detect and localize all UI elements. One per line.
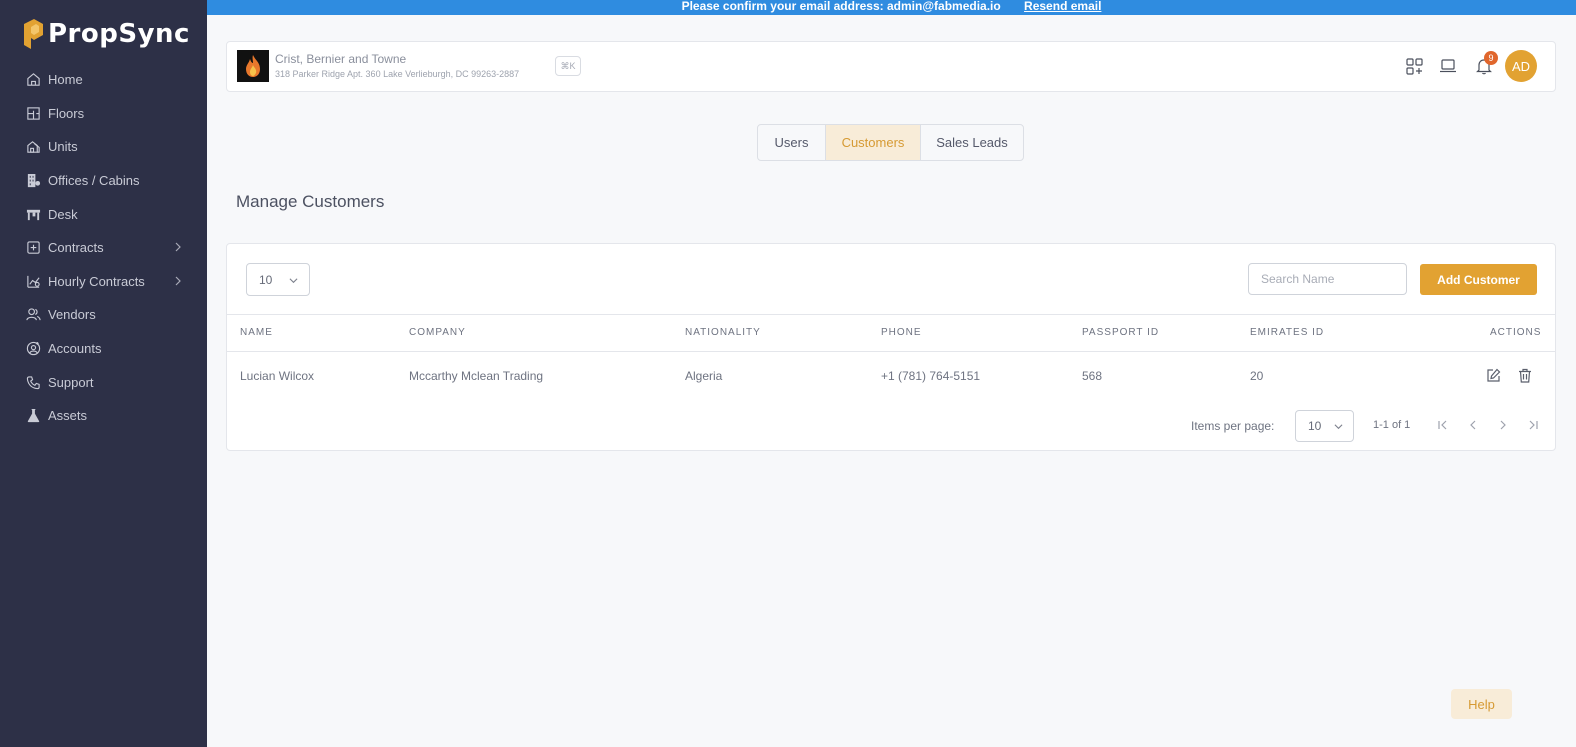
sidebar-item-label: Assets [48, 408, 88, 424]
floor-plan-icon [26, 106, 41, 121]
sidebar-item-home[interactable]: Home [0, 63, 207, 97]
last-page-icon[interactable] [1525, 417, 1541, 433]
sidebar-item-label: Home [48, 72, 83, 88]
app-name: PropSync [48, 19, 190, 49]
chevron-right-icon [175, 242, 181, 252]
sidebar-item-label: Contracts [48, 240, 104, 256]
pagination-range: 1-1 of 1 [1373, 419, 1411, 431]
flame-icon [246, 55, 260, 77]
laptop-icon[interactable] [1438, 56, 1458, 76]
page-size-value: 10 [259, 272, 273, 287]
chevron-down-icon [1334, 424, 1343, 430]
delete-icon[interactable] [1516, 366, 1534, 384]
email-confirm-banner: Please confirm your email address: admin… [207, 0, 1576, 15]
column-header-nationality[interactable]: NATIONALITY [685, 327, 761, 338]
sidebar-item-floors[interactable]: Floors [0, 97, 207, 131]
tab-sales-leads[interactable]: Sales Leads [920, 125, 1023, 160]
banner-message: Please confirm your email address: admin… [681, 0, 1001, 13]
sidebar-item-support[interactable]: Support [0, 365, 207, 399]
sidebar-item-accounts[interactable]: Accounts [0, 332, 207, 366]
units-icon [26, 139, 41, 154]
first-page-icon[interactable] [1435, 417, 1451, 433]
resend-email-link[interactable]: Resend email [1024, 0, 1101, 13]
sidebar-item-label: Hourly Contracts [48, 273, 145, 289]
user-avatar[interactable]: AD [1505, 50, 1537, 82]
previous-page-icon[interactable] [1465, 417, 1481, 433]
column-header-passport-id[interactable]: PASSPORT ID [1082, 327, 1159, 338]
column-header-name[interactable]: NAME [240, 327, 273, 338]
app-logo[interactable]: PropSync [22, 18, 190, 50]
chevron-right-icon [175, 276, 181, 285]
apps-grid-icon[interactable] [1404, 56, 1424, 76]
contract-icon [26, 240, 41, 255]
cell-passport-id: 568 [1082, 369, 1103, 383]
sidebar-item-vendors[interactable]: Vendors [0, 298, 207, 332]
account-icon [26, 341, 41, 356]
sidebar-item-label: Offices / Cabins [48, 173, 140, 189]
sidebar-nav: Home Floors Units Offices / Cabins Desk … [0, 63, 207, 433]
column-header-actions: ACTIONS [1490, 327, 1542, 338]
flask-icon [26, 408, 41, 423]
phone-icon [26, 375, 41, 390]
search-name-input[interactable] [1248, 263, 1407, 295]
users-icon [26, 307, 41, 322]
desk-icon [26, 207, 41, 222]
table-row[interactable]: Lucian Wilcox Mccarthy Mclean Trading Al… [227, 352, 1555, 400]
sidebar-item-desk[interactable]: Desk [0, 197, 207, 231]
page-size-select[interactable]: 10 [246, 263, 310, 296]
sidebar-item-label: Vendors [48, 307, 96, 323]
cell-phone: +1 (781) 764-5151 [881, 369, 981, 383]
sidebar-item-label: Units [48, 139, 78, 155]
section-tabs: Users Customers Sales Leads [757, 124, 1024, 161]
items-per-page-value: 10 [1308, 419, 1322, 433]
sidebar-item-label: Accounts [48, 341, 102, 357]
cell-emirates-id: 20 [1250, 369, 1264, 383]
page-title: Manage Customers [236, 192, 385, 211]
sidebar-item-label: Floors [48, 105, 85, 121]
column-header-emirates-id[interactable]: EMIRATES ID [1250, 327, 1324, 338]
customers-table-card: 10 Add Customer NAME COMPANY NATIONALITY… [226, 243, 1556, 451]
cell-nationality: Algeria [685, 369, 723, 383]
organization-name[interactable]: Crist, Bernier and Towne [275, 52, 406, 66]
building-icon [26, 173, 41, 188]
cell-company: Mccarthy Mclean Trading [409, 369, 544, 383]
sidebar-item-offices-cabins[interactable]: Offices / Cabins [0, 164, 207, 198]
organization-logo[interactable] [237, 50, 269, 82]
help-button[interactable]: Help [1451, 689, 1512, 719]
chevron-down-icon [289, 278, 298, 284]
home-icon [26, 72, 41, 87]
column-header-phone[interactable]: PHONE [881, 327, 922, 338]
tab-customers[interactable]: Customers [825, 125, 920, 160]
table-header: NAME COMPANY NATIONALITY PHONE PASSPORT … [227, 314, 1555, 352]
edit-icon[interactable] [1484, 366, 1502, 384]
cell-name: Lucian Wilcox [240, 369, 315, 383]
organization-address: 318 Parker Ridge Apt. 360 Lake Verliebur… [275, 69, 520, 79]
propsync-logo-icon [24, 19, 43, 49]
items-per-page-label: Items per page: [1191, 419, 1275, 433]
tab-users[interactable]: Users [758, 125, 825, 160]
column-header-company[interactable]: COMPANY [409, 327, 466, 338]
sidebar-item-hourly-contracts[interactable]: Hourly Contracts [0, 265, 207, 299]
sidebar-item-units[interactable]: Units [0, 130, 207, 164]
sidebar-item-label: Desk [48, 206, 78, 222]
sidebar-item-label: Support [48, 374, 94, 390]
sidebar-item-contracts[interactable]: Contracts [0, 231, 207, 265]
sidebar: PropSync Home Floors Units Offices / Cab… [0, 0, 207, 747]
next-page-icon[interactable] [1495, 417, 1511, 433]
items-per-page-select[interactable]: 10 [1295, 410, 1354, 442]
add-customer-button[interactable]: Add Customer [1420, 264, 1537, 295]
notification-count-badge: 9 [1484, 51, 1498, 65]
command-shortcut-hint[interactable]: ⌘K [555, 56, 581, 76]
hourly-contract-icon [26, 274, 41, 289]
top-header: Crist, Bernier and Towne 318 Parker Ridg… [226, 41, 1556, 92]
sidebar-item-assets[interactable]: Assets [0, 399, 207, 433]
